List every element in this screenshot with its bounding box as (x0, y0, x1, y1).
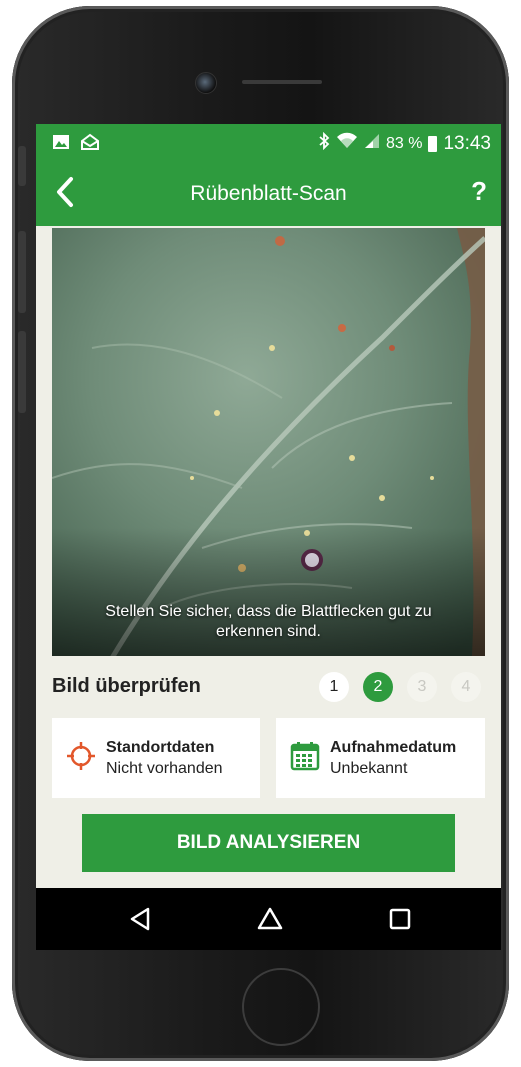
bluetooth-icon (318, 131, 330, 155)
location-title: Standortdaten (106, 739, 215, 756)
step-3: 3 (407, 672, 437, 702)
photo-caption: Stellen Sie sicher, dass die Blattflecke… (105, 603, 432, 640)
earpiece-speaker (242, 80, 322, 84)
image-notification-icon (52, 133, 70, 156)
location-crosshair-icon (66, 741, 96, 776)
wifi-icon (336, 132, 358, 155)
clock-time: 13:43 (443, 132, 491, 154)
help-button[interactable]: ? (471, 176, 487, 207)
step-2-current: 2 (363, 672, 393, 702)
phone-home-button[interactable] (242, 968, 320, 1046)
step-4: 4 (451, 672, 481, 702)
back-triangle-icon[interactable] (128, 906, 152, 937)
review-header: Bild überprüfen 1 2 3 4 (52, 672, 485, 704)
phone-volume-up (18, 231, 26, 313)
phone-volume-down (18, 331, 26, 413)
page-title: Rübenblatt-Scan (190, 182, 347, 205)
calendar-icon (290, 741, 320, 776)
status-bar: 83 % 13:43 (36, 124, 501, 162)
front-camera (195, 72, 217, 94)
battery-percent: 83 % (385, 134, 423, 152)
step-indicator: 1 2 3 4 (319, 672, 481, 702)
app-bar: Rübenblatt-Scan ? (36, 162, 501, 226)
battery-icon (428, 135, 438, 152)
home-icon[interactable] (256, 906, 284, 937)
signal-icon (364, 133, 380, 154)
leaf-image (52, 228, 485, 656)
date-card[interactable]: Aufnahmedatum Unbekannt (276, 718, 485, 798)
location-value: Nicht vorhanden (106, 760, 223, 777)
leaf-photo: Stellen Sie sicher, dass die Blattflecke… (52, 228, 485, 656)
date-value: Unbekannt (330, 760, 408, 777)
recents-icon[interactable] (388, 906, 412, 937)
android-nav-bar (36, 888, 501, 950)
location-card[interactable]: Standortdaten Nicht vorhanden (52, 718, 260, 798)
app-screen: 83 % 13:43 Rübenblatt-Scan ? Stellen Sie… (36, 124, 501, 950)
step-1: 1 (319, 672, 349, 702)
mail-notification-icon (80, 133, 100, 156)
review-title: Bild überprüfen (52, 675, 201, 697)
phone-side-button (18, 146, 26, 186)
date-title: Aufnahmedatum (330, 739, 457, 756)
analyze-image-button[interactable]: BILD ANALYSIEREN (82, 814, 455, 872)
